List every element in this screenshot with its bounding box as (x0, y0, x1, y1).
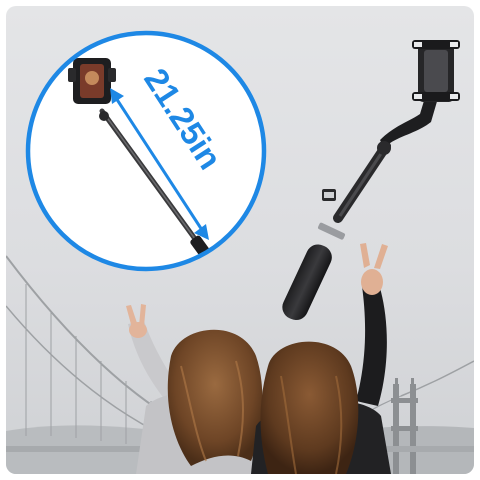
phone-holder-icon (412, 40, 460, 102)
dimension-inset: 21.25in (25, 30, 267, 272)
product-image: 21.25in (6, 6, 474, 474)
scene: 21.25in (6, 6, 474, 474)
